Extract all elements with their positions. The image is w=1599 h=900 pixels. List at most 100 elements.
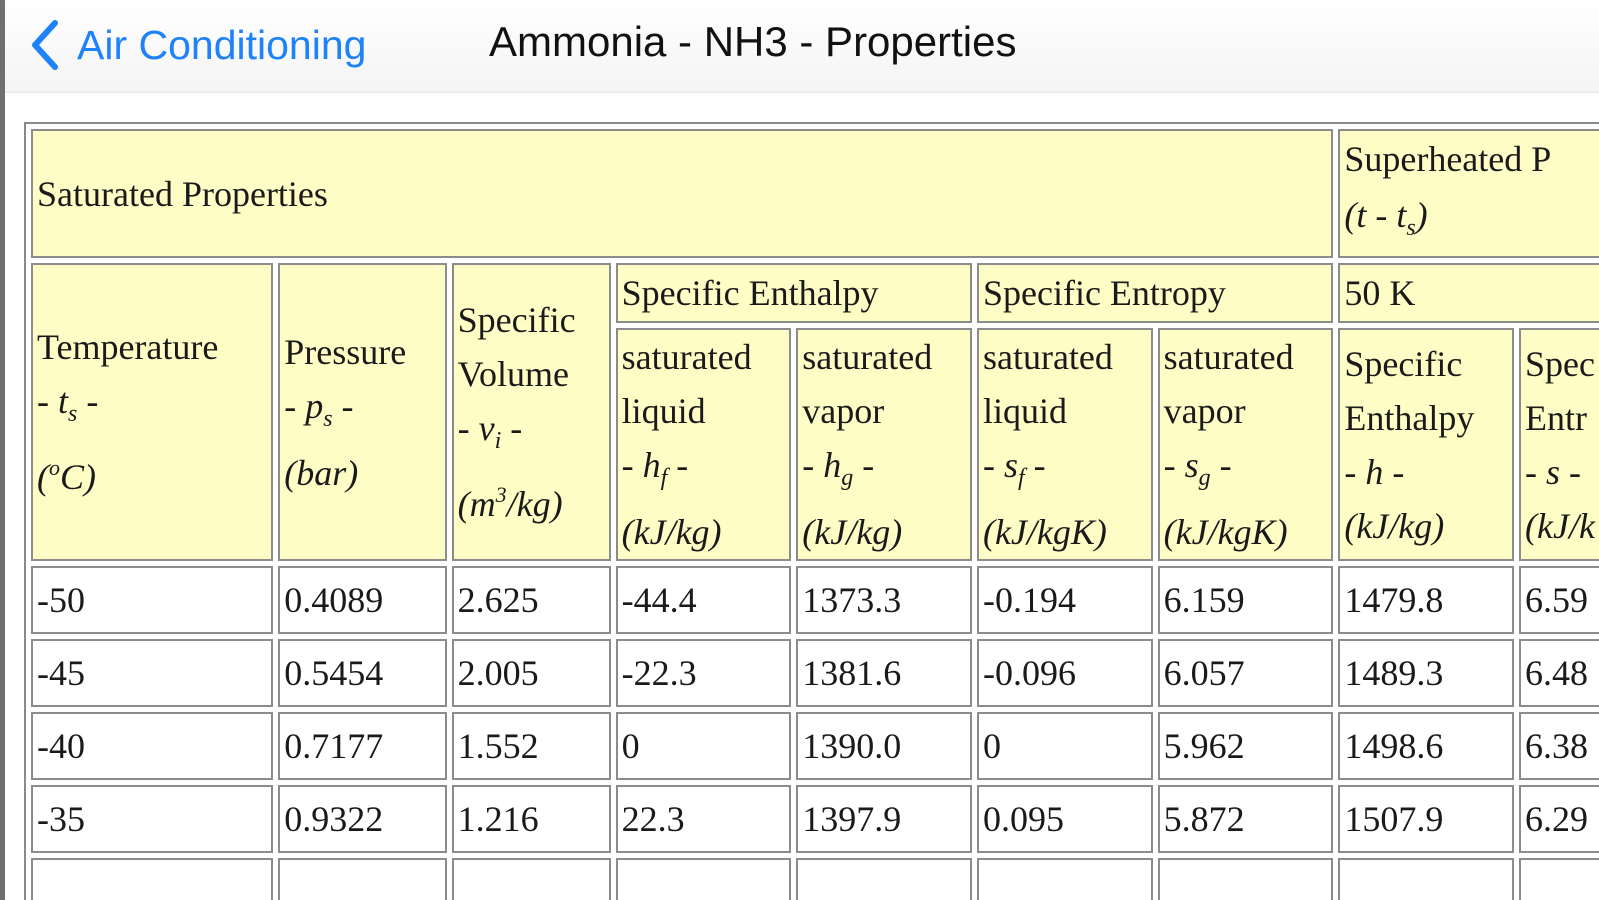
- column-label: saturated: [1163, 337, 1294, 377]
- unit-text: (m: [457, 484, 496, 524]
- symbol-text: - s: [1163, 445, 1199, 485]
- unit-text: (bar): [284, 452, 359, 493]
- back-button[interactable]: Air Conditioning: [25, 10, 366, 80]
- table-cell: -45: [31, 639, 274, 707]
- table-cell: 6.48: [1519, 639, 1599, 707]
- symbol-suffix: -: [501, 408, 523, 448]
- group-header-superheat-50k: 50 K: [1338, 263, 1599, 323]
- unit-text: (kJ/kg): [802, 512, 903, 552]
- table-cell: 6.59: [1519, 566, 1599, 634]
- page-title: Ammonia - NH3 - Properties: [489, 18, 1017, 65]
- column-unit: (bar): [284, 453, 358, 493]
- properties-table: Saturated Properties Superheated P (t - …: [24, 122, 1599, 900]
- column-label: liquid: [982, 391, 1067, 431]
- column-label: Entr: [1525, 397, 1587, 438]
- symbol-suffix: -: [1210, 445, 1232, 485]
- table-cell: 5.962: [1157, 712, 1334, 780]
- symbol-text: - v: [457, 408, 495, 448]
- table-cell: [1519, 858, 1599, 900]
- table-cell: 6.38: [1519, 712, 1599, 780]
- table-cell: 1479.8: [1338, 566, 1515, 634]
- superheated-properties-header: Superheated P (t - ts): [1338, 129, 1599, 258]
- table-cell: 2.005: [451, 639, 611, 707]
- column-label: vapor: [802, 391, 885, 431]
- symbol-subscript: s: [68, 401, 78, 427]
- unit-text: (kJ/kgK): [982, 512, 1107, 552]
- symbol-suffix: -: [1024, 445, 1046, 485]
- symbol-suffix: -: [77, 381, 99, 421]
- table-cell: 1.216: [451, 785, 611, 853]
- group-header-specific-entropy: Specific Entropy: [976, 263, 1334, 323]
- table-cell: 0.9322: [278, 785, 447, 853]
- symbol-subscript: g: [841, 465, 854, 491]
- symbol-text: - t: [37, 381, 68, 421]
- window-left-edge: [0, 0, 5, 900]
- column-symbol: - sf -: [983, 445, 1046, 491]
- unit-superscript: o: [49, 455, 60, 480]
- table-cell: 1507.9: [1338, 785, 1515, 853]
- table-cell: -50: [31, 566, 274, 634]
- unit-text: (: [37, 457, 49, 497]
- symbol-suffix: -: [332, 385, 354, 426]
- column-symbol: - sg -: [1163, 445, 1232, 491]
- column-unit: (kJ/kgK): [1164, 512, 1288, 552]
- column-unit: (kJ/kg): [802, 512, 902, 552]
- saturated-properties-header: Saturated Properties: [31, 129, 1334, 258]
- unit-superscript: 3: [495, 482, 507, 507]
- table-cell: 1390.0: [796, 712, 972, 780]
- table-cell: [615, 858, 792, 900]
- table-cell: 0.5454: [278, 639, 447, 707]
- symbol-subscript: g: [1198, 465, 1211, 491]
- table-cell: -0.096: [976, 639, 1153, 707]
- table-cell: 0: [615, 712, 792, 780]
- table-cell: [796, 858, 972, 900]
- column-label: Spec: [1525, 343, 1595, 384]
- table-cell: 6.29: [1519, 785, 1599, 853]
- column-header-superheated-enthalpy: Specific Enthalpy - h - (kJ/kg): [1338, 328, 1515, 561]
- table-cell: 22.3: [615, 785, 792, 853]
- unit-text: (kJ/kgK): [1163, 512, 1288, 552]
- column-unit: (kJ/kg): [622, 512, 722, 552]
- navigation-bar: Air Conditioning Ammonia - NH3 - Propert…: [5, 0, 1599, 93]
- table-row: [31, 858, 1599, 900]
- table-cell: 0.4089: [278, 566, 447, 634]
- column-label: Pressure: [284, 331, 407, 372]
- table-cell: [451, 858, 611, 900]
- symbol-text: - s -: [1525, 451, 1582, 492]
- column-label: Enthalpy: [1344, 397, 1475, 438]
- column-label: Volume: [457, 354, 569, 394]
- symbol-suffix: -: [853, 445, 875, 485]
- symbol-text: - h: [802, 445, 842, 485]
- column-unit: (kJ/kg): [1344, 506, 1444, 546]
- table-cell: 6.159: [1157, 566, 1334, 634]
- superheated-subtitle: (t - ts): [1344, 195, 1428, 241]
- column-label: Specific: [457, 300, 576, 340]
- symbol-text: - p: [284, 385, 324, 426]
- unit-suffix: /kg): [506, 484, 563, 524]
- table-row: -45 0.5454 2.005 -22.3 1381.6 -0.096 6.0…: [31, 639, 1599, 707]
- unit-suffix: C): [60, 457, 96, 497]
- column-unit: (oC): [37, 455, 96, 497]
- column-header-entropy-liquid: saturated liquid - sf - (kJ/kgK): [976, 328, 1153, 561]
- column-label: liquid: [621, 391, 706, 431]
- column-header-temperature: Temperature - ts - (oC): [31, 263, 274, 561]
- column-symbol: - hg -: [802, 445, 875, 491]
- table-row: -35 0.9322 1.216 22.3 1397.9 0.095 5.872…: [31, 785, 1599, 853]
- table-cell: -44.4: [615, 566, 792, 634]
- symbol-subscript: s: [323, 405, 333, 432]
- column-symbol: - s -: [1525, 452, 1581, 492]
- table-cell: 5.872: [1157, 785, 1334, 853]
- table-cell: [1157, 858, 1334, 900]
- symbol-subscript: f: [1017, 465, 1025, 491]
- table-cell: 6.057: [1157, 639, 1334, 707]
- table-cell: -0.194: [976, 566, 1153, 634]
- column-header-entropy-vapor: saturated vapor - sg - (kJ/kgK): [1157, 328, 1334, 561]
- table-cell: 1397.9: [796, 785, 972, 853]
- table-cell: -40: [31, 712, 274, 780]
- table-cell: 1373.3: [796, 566, 972, 634]
- symbol-text: - h -: [1344, 451, 1405, 492]
- table-cell: -35: [31, 785, 274, 853]
- table-cell: 0: [976, 712, 1153, 780]
- symbol-text: - h: [621, 445, 661, 485]
- properties-table-viewport[interactable]: Saturated Properties Superheated P (t - …: [24, 122, 1599, 900]
